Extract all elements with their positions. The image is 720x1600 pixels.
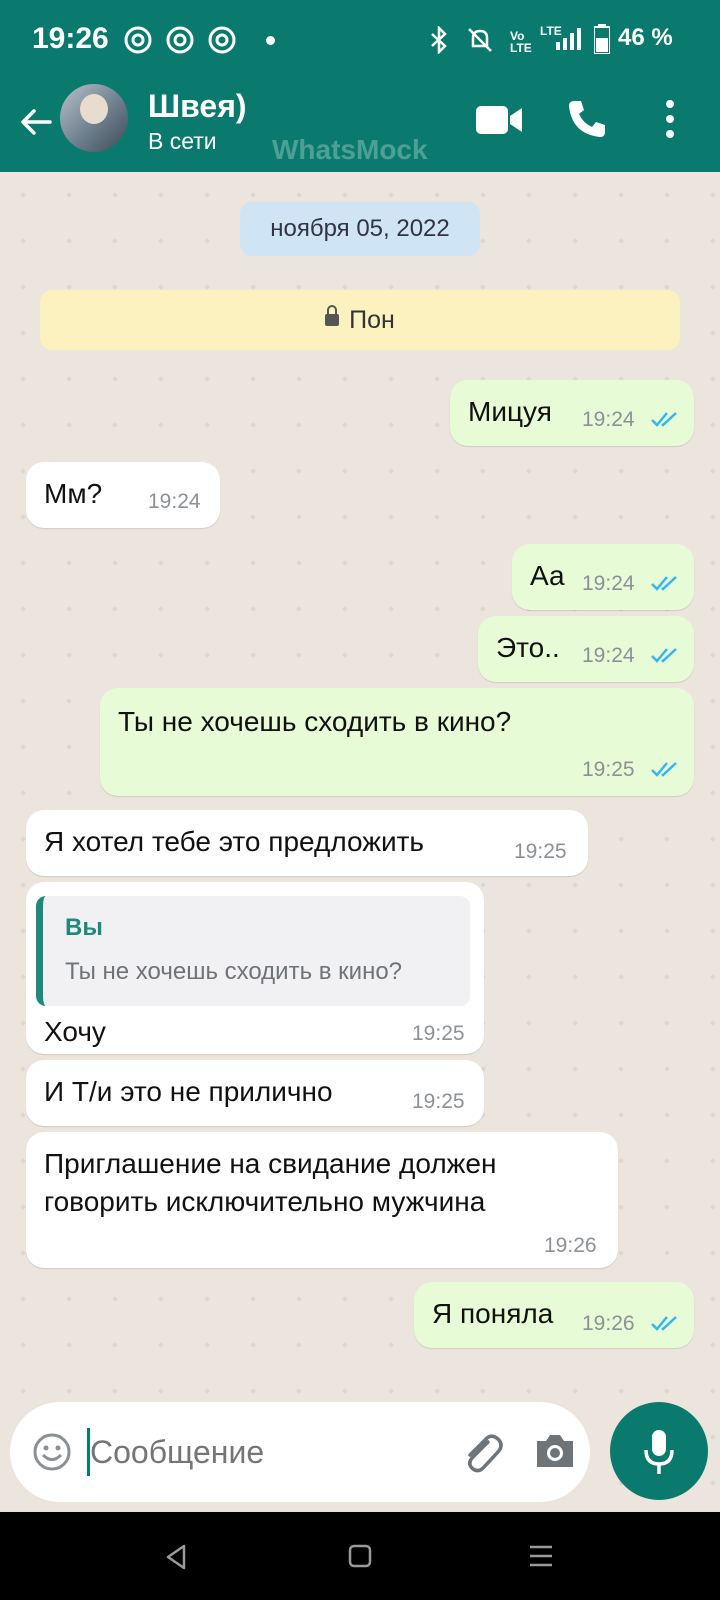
message-bubble-incoming-reply[interactable]: Вы Ты не хочешь сходить в кино? Хочу 19:… [26, 882, 484, 1054]
quoted-author: Вы [65, 914, 103, 941]
app-watermark: WhatsMock [272, 134, 428, 165]
volte-indicator: Vo LTE [510, 29, 532, 55]
video-call-icon[interactable] [476, 104, 524, 136]
chrome-notification-icon [208, 26, 236, 54]
message-text: Я хотел тебе это предложить [44, 826, 425, 857]
message-text: Я поняла [432, 1298, 554, 1329]
chat-area[interactable]: ноября 05, 2022 Пон Мицуя 19:24 Мм? 19:2… [0, 172, 720, 1510]
read-receipt-icon [651, 412, 677, 427]
message-time: 19:24 [582, 572, 635, 595]
message-text: Хочу [44, 1016, 106, 1047]
signal-icon [556, 28, 581, 50]
encryption-banner[interactable]: Пон [40, 290, 680, 350]
contact-name[interactable]: Швея) [148, 88, 247, 125]
message-time: 19:25 [412, 1090, 465, 1113]
message-time: 19:24 [582, 408, 635, 431]
system-nav-bar [0, 1512, 720, 1600]
nav-recents-icon[interactable] [528, 1544, 554, 1568]
read-receipt-icon [651, 648, 677, 663]
message-text: Ты не хочешь сходить в кино? [118, 706, 512, 737]
message-bubble-outgoing[interactable]: Аа 19:24 [512, 544, 694, 610]
chrome-notification-icon [166, 26, 194, 54]
message-time: 19:26 [544, 1234, 597, 1257]
message-bubble-outgoing[interactable]: Это.. 19:24 [478, 616, 694, 682]
voice-record-button[interactable] [610, 1402, 708, 1500]
nav-home-icon[interactable] [348, 1544, 372, 1568]
contact-avatar[interactable] [60, 84, 128, 152]
message-composer[interactable] [10, 1402, 590, 1502]
date-chip: ноября 05, 2022 [240, 202, 480, 256]
more-notifications-dot [266, 36, 275, 45]
message-bubble-incoming[interactable]: Я хотел тебе это предложить 19:25 [26, 810, 588, 876]
message-text-line-2: говорить исключительно мужчина [44, 1186, 486, 1217]
message-text-line-1: Приглашение на свидание должен [44, 1148, 497, 1179]
contact-status: В сети [148, 128, 217, 154]
message-text: Аа [530, 560, 565, 591]
message-input[interactable] [90, 1434, 390, 1471]
read-receipt-icon [651, 762, 677, 777]
message-bubble-incoming[interactable]: И Т/и это не прилично 19:25 [26, 1060, 484, 1126]
status-bar: 19:26 Vo LTE LTE 46 % [0, 0, 720, 82]
chrome-notification-icon [124, 26, 152, 54]
message-time: 19:25 [582, 758, 635, 781]
quoted-text: Ты не хочешь сходить в кино? [65, 958, 403, 985]
read-receipt-icon [651, 576, 677, 591]
quoted-message[interactable]: Вы Ты не хочешь сходить в кино? [36, 896, 470, 1006]
camera-icon[interactable] [534, 1432, 576, 1470]
encryption-banner-text: Пон [349, 306, 395, 334]
message-bubble-outgoing[interactable]: Я поняла 19:26 [414, 1282, 694, 1348]
battery-percent: 46 % [618, 24, 673, 51]
message-time: 19:24 [148, 490, 201, 513]
bluetooth-icon [431, 26, 447, 54]
more-options-icon[interactable] [664, 98, 676, 140]
nav-back-icon[interactable] [164, 1544, 188, 1570]
battery-icon [594, 24, 610, 54]
message-text: И Т/и это не прилично [44, 1076, 333, 1107]
attach-icon[interactable] [458, 1428, 506, 1476]
mic-icon [644, 1430, 674, 1474]
message-text: Это.. [496, 632, 560, 663]
read-receipt-icon [651, 1316, 677, 1331]
phone-icon[interactable] [566, 98, 608, 140]
lock-icon [325, 305, 340, 326]
message-bubble-outgoing[interactable]: Мицуя 19:24 [450, 380, 694, 446]
message-bubble-incoming[interactable]: Приглашение на свидание должен говорить … [26, 1132, 618, 1268]
message-text: Мицуя [468, 396, 552, 427]
message-time: 19:25 [514, 840, 567, 863]
message-text: Мм? [44, 478, 103, 509]
message-time: 19:24 [582, 644, 635, 667]
message-bubble-incoming[interactable]: Мм? 19:24 [26, 462, 220, 528]
chat-header: Швея) В сети WhatsMock [0, 82, 720, 172]
mute-bell-icon [468, 28, 492, 52]
status-time: 19:26 [32, 22, 109, 55]
emoji-icon[interactable] [32, 1432, 72, 1472]
message-time: 19:25 [412, 1022, 465, 1045]
message-time: 19:26 [582, 1312, 635, 1335]
message-bubble-outgoing[interactable]: Ты не хочешь сходить в кино? 19:25 [100, 688, 694, 796]
back-arrow-icon[interactable] [18, 104, 54, 140]
